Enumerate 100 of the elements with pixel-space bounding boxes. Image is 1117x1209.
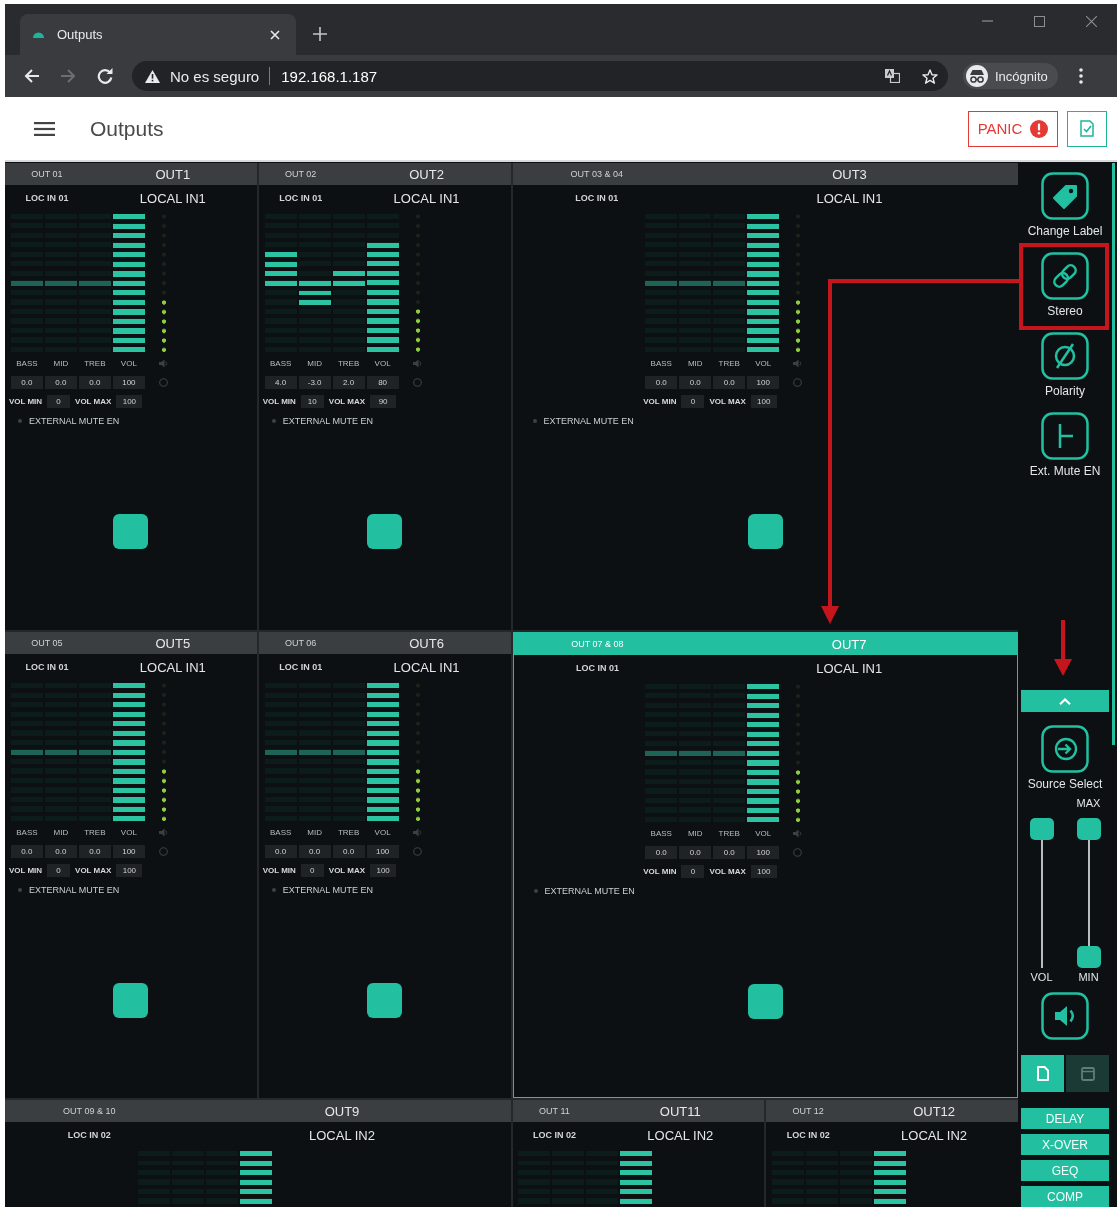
vol-min-field[interactable]: 10 [300,395,324,408]
vol-min-field[interactable]: 0 [300,864,324,877]
more-icon[interactable] [1078,68,1083,84]
vol-max-field[interactable]: 100 [370,864,397,877]
output-tile[interactable]: OUT 11 OUT11 LOC IN 02 LOCAL IN2 [512,1100,765,1207]
toggle-button[interactable] [747,514,783,549]
slider-thumb[interactable] [366,242,399,248]
speaker-icon[interactable] [1041,992,1089,1040]
back-icon[interactable] [24,68,40,84]
gain-slider[interactable] [44,214,77,352]
gain-slider[interactable] [679,684,712,822]
gain-slider[interactable] [713,214,746,352]
reload-icon[interactable] [97,68,113,84]
toggle-button[interactable] [367,983,403,1018]
gain-slider[interactable] [10,683,43,821]
stereo-button[interactable]: Stereo [1041,252,1089,318]
slider-thumb[interactable] [112,683,145,688]
gain-value-field[interactable]: 0.0 [78,845,111,858]
slider-thumb[interactable] [620,1151,653,1156]
output-tile[interactable]: OUT 05 OUT5 LOC IN 01 LOCAL IN1 BASS MID TREB VOL 0.0 0.0 0.0 100 VOL MIN 0 VOL MAX 100 EXTERNAL MUTE EN [5,632,257,1098]
toggle-button[interactable] [367,514,403,549]
vol-max-field[interactable]: 100 [750,865,777,878]
slider-thumb[interactable] [747,214,780,219]
gain-slider[interactable] [298,214,331,352]
slider-thumb[interactable] [10,749,43,755]
slider-thumb[interactable] [44,749,77,755]
indicator-dot-icon[interactable] [271,419,276,423]
gain-slider[interactable] [679,214,712,352]
vol-max-field[interactable]: 90 [370,395,397,408]
slider-thumb[interactable] [298,749,331,755]
gain-value-field[interactable]: 0.0 [332,845,365,858]
volume-value-field[interactable]: 80 [366,376,399,389]
slider-thumb[interactable] [679,280,712,286]
slider-thumb[interactable] [713,750,746,756]
slider-thumb[interactable] [298,299,331,305]
gain-slider[interactable] [78,683,111,821]
gain-value-field[interactable]: 0.0 [44,845,77,858]
volume-value-field[interactable]: 100 [112,845,145,858]
slider-thumb[interactable] [78,749,111,755]
slider-thumb[interactable] [645,280,678,286]
gain-value-field[interactable]: 0.0 [10,376,43,389]
star-icon[interactable] [922,68,938,84]
gain-value-field[interactable]: 0.0 [713,376,746,389]
security-label[interactable]: No es seguro [170,67,260,85]
vol-max-field[interactable]: 100 [750,395,777,408]
circle-icon[interactable] [412,847,422,856]
gain-slider[interactable] [840,1151,873,1204]
slider-thumb[interactable] [645,750,678,756]
slider-thumb[interactable] [874,1151,907,1156]
gain-slider[interactable] [586,1151,619,1204]
slider-thumb[interactable] [1076,818,1101,840]
address-bar[interactable]: No es seguro 192.168.1.187 [132,61,948,91]
mute-enable-button[interactable]: Ext. Mute EN [1029,412,1101,478]
output-tile[interactable]: OUT 07 & 08 OUT7 LOC IN 01 LOCAL IN1 BASS MID TREB VOL 0.0 0.0 0.0 100 VOL MIN 0 VOL MAX 100 EXTERNAL MUTE EN [512,632,1018,1098]
panic-button[interactable]: PANIC [968,110,1058,147]
slider-thumb[interactable] [264,749,297,755]
gain-value-field[interactable]: 0.0 [298,845,331,858]
confirm-button[interactable] [1067,110,1107,147]
gain-slider[interactable] [298,683,331,821]
toggle-button[interactable] [113,514,149,549]
maximize-icon[interactable] [1034,15,1045,27]
source-select-button[interactable]: Source Select [1027,725,1103,791]
volume-slider[interactable] [874,1151,907,1204]
gain-slider[interactable] [78,214,111,352]
profile-button[interactable]: Incógnito [963,63,1058,89]
slider-thumb[interactable] [332,749,365,755]
toggle-button[interactable] [113,983,149,1018]
vol-min-field[interactable]: 0 [47,395,71,408]
plus-icon[interactable] [313,27,327,41]
slider-thumb[interactable] [78,280,111,286]
gain-value-field[interactable]: 4.0 [264,376,297,389]
output-tile[interactable]: OUT 02 OUT2 LOC IN 01 LOCAL IN1 BASS MID TREB VOL 4.0 -3.0 2.0 80 VOL MIN 10 VOL MAX 90 EXTERNAL MUTE EN [258,163,511,630]
gain-slider[interactable] [332,683,365,821]
slider-thumb[interactable] [332,271,365,276]
gain-slider[interactable] [713,684,746,822]
slider-thumb[interactable] [1029,818,1054,840]
slider-thumb[interactable] [44,280,77,286]
gain-slider[interactable] [332,214,365,352]
slider-thumb[interactable] [366,683,399,688]
gain-value-field[interactable]: 0.0 [78,376,111,389]
gain-value-field[interactable]: 0.0 [679,376,712,389]
view-tab[interactable] [1066,1055,1109,1092]
gain-value-field[interactable]: 2.0 [332,376,365,389]
toggle-button[interactable] [747,984,783,1019]
output-tile[interactable]: OUT 12 OUT12 LOC IN 02 LOCAL IN2 [766,1100,1018,1207]
indicator-dot-icon[interactable] [533,889,538,893]
indicator-dot-icon[interactable] [271,888,276,892]
volume-slider[interactable] [366,214,399,352]
gain-value-field[interactable]: 0.0 [10,845,43,858]
indicator-dot-icon[interactable] [18,888,22,892]
slider-thumb[interactable] [239,1151,272,1156]
volume-value-field[interactable]: 100 [112,376,145,389]
gain-slider[interactable] [10,214,43,352]
gain-value-field[interactable]: 0.0 [713,846,746,859]
slider-thumb[interactable] [747,684,780,689]
output-tile[interactable]: OUT 09 & 10 OUT9 LOC IN 02 LOCAL IN2 [5,1100,511,1207]
scrollbar[interactable] [1112,163,1115,745]
indicator-dot-icon[interactable] [532,419,537,423]
circle-icon[interactable] [793,378,803,387]
slider-thumb[interactable] [679,750,712,756]
